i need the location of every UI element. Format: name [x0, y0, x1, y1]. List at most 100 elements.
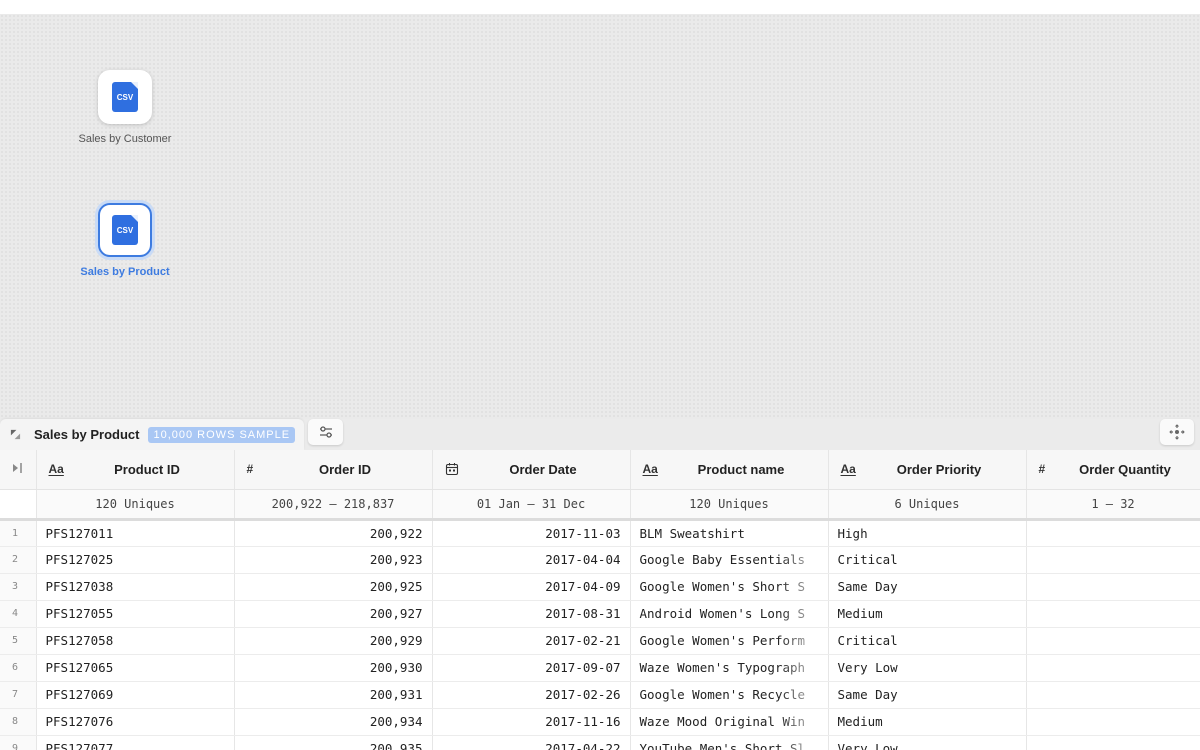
row-number: 4 [0, 600, 37, 628]
cell-product-name[interactable]: Waze Mood Original Win [630, 708, 829, 736]
row-number: 6 [0, 654, 37, 682]
cell-product-name[interactable]: BLM Sweatshirt [630, 519, 829, 547]
cell-product-id[interactable]: PFS127076 [36, 708, 235, 736]
table-row[interactable]: 8 PFS127076 200,934 2017-11-16 Waze Mood… [0, 708, 1200, 736]
cell-product-name[interactable]: Google Women's Perform [630, 627, 829, 655]
node-sales-by-customer[interactable]: CSV Sales by Customer [55, 70, 195, 145]
cell-order-quantity[interactable] [1026, 627, 1200, 655]
cell-order-priority[interactable]: Critical [828, 546, 1027, 574]
table-row[interactable]: 9 PFS127077 200,935 2017-04-22 YouTube M… [0, 735, 1200, 750]
number-type-icon: # [1038, 462, 1046, 476]
text-type-icon: Aa [840, 462, 856, 476]
column-header-order-id[interactable]: # Order ID [234, 450, 433, 490]
cell-product-id[interactable]: PFS127065 [36, 654, 235, 682]
expand-icon [1169, 424, 1185, 440]
cell-order-id[interactable]: 200,930 [234, 654, 433, 682]
cell-order-id[interactable]: 200,931 [234, 681, 433, 709]
cell-order-priority[interactable]: Very Low [828, 654, 1027, 682]
cell-order-date[interactable]: 2017-04-22 [432, 735, 631, 750]
cell-order-id[interactable]: 200,935 [234, 735, 433, 750]
cell-order-quantity[interactable] [1026, 600, 1200, 628]
row-number: 7 [0, 681, 37, 709]
column-stat: 200,922 — 218,837 [234, 489, 433, 521]
cell-order-priority[interactable]: Very Low [828, 735, 1027, 750]
cell-order-id[interactable]: 200,925 [234, 573, 433, 601]
cell-order-priority[interactable]: Critical [828, 627, 1027, 655]
row-number: 8 [0, 708, 37, 736]
column-stat: 120 Uniques [36, 489, 235, 521]
cell-order-quantity[interactable] [1026, 573, 1200, 601]
expand-rows-icon [12, 462, 22, 473]
node-label: Sales by Customer [78, 133, 172, 145]
node-card[interactable]: CSV [98, 203, 152, 257]
workflow-canvas[interactable]: CSV Sales by Customer CSV Sales by Produ… [0, 14, 1200, 419]
data-panel-tab[interactable]: Sales by Product 10,000 ROWS SAMPLE [0, 419, 304, 450]
table-row[interactable]: 6 PFS127065 200,930 2017-09-07 Waze Wome… [0, 654, 1200, 682]
cell-product-id[interactable]: PFS127038 [36, 573, 235, 601]
collapse-panel-icon[interactable] [10, 429, 21, 440]
text-type-icon: Aa [48, 462, 64, 476]
row-toggle-header[interactable] [0, 450, 37, 490]
row-number: 2 [0, 546, 37, 574]
row-number: 3 [0, 573, 37, 601]
cell-order-date[interactable]: 2017-09-07 [432, 654, 631, 682]
cell-product-id[interactable]: PFS127058 [36, 627, 235, 655]
cell-order-quantity[interactable] [1026, 519, 1200, 547]
number-type-icon: # [246, 462, 254, 476]
filter-button[interactable] [308, 419, 343, 445]
cell-order-date[interactable]: 2017-02-26 [432, 681, 631, 709]
cell-order-date[interactable]: 2017-11-16 [432, 708, 631, 736]
cell-order-priority[interactable]: Medium [828, 600, 1027, 628]
column-header-product-name[interactable]: Aa Product name [630, 450, 829, 490]
column-header-order-date[interactable]: Order Date [432, 450, 631, 490]
cell-order-priority[interactable]: Medium [828, 708, 1027, 736]
cell-product-name[interactable]: Google Baby Essentials [630, 546, 829, 574]
cell-product-name[interactable]: YouTube Men's Short Sl [630, 735, 829, 750]
cell-order-date[interactable]: 2017-04-09 [432, 573, 631, 601]
table-row[interactable]: 1 PFS127011 200,922 2017-11-03 BLM Sweat… [0, 519, 1200, 547]
panel-title: Sales by Product [34, 427, 140, 442]
column-stat: 120 Uniques [630, 489, 829, 521]
table-row[interactable]: 2 PFS127025 200,923 2017-04-04 Google Ba… [0, 546, 1200, 574]
cell-product-id[interactable]: PFS127055 [36, 600, 235, 628]
cell-order-quantity[interactable] [1026, 735, 1200, 750]
node-card[interactable]: CSV [98, 70, 152, 124]
column-header-order-quantity[interactable]: # Order Quantity [1026, 450, 1200, 490]
column-title: Product ID [114, 461, 180, 477]
cell-product-id[interactable]: PFS127011 [36, 519, 235, 547]
data-table[interactable]: Aa Product ID # Order ID Order Date Aa P… [0, 450, 1200, 750]
cell-order-quantity[interactable] [1026, 654, 1200, 682]
column-stat: 1 — 32 [1026, 489, 1200, 521]
top-toolbar [0, 0, 1200, 14]
expand-button[interactable] [1160, 419, 1194, 445]
cell-order-id[interactable]: 200,923 [234, 546, 433, 574]
table-row[interactable]: 3 PFS127038 200,925 2017-04-09 Google Wo… [0, 573, 1200, 601]
cell-order-quantity[interactable] [1026, 708, 1200, 736]
table-row[interactable]: 5 PFS127058 200,929 2017-02-21 Google Wo… [0, 627, 1200, 655]
cell-product-id[interactable]: PFS127069 [36, 681, 235, 709]
column-header-product-id[interactable]: Aa Product ID [36, 450, 235, 490]
cell-order-date[interactable]: 2017-08-31 [432, 600, 631, 628]
cell-product-name[interactable]: Waze Women's Typograph [630, 654, 829, 682]
cell-product-id[interactable]: PFS127025 [36, 546, 235, 574]
cell-order-date[interactable]: 2017-04-04 [432, 546, 631, 574]
cell-order-priority[interactable]: Same Day [828, 573, 1027, 601]
table-row[interactable]: 7 PFS127069 200,931 2017-02-26 Google Wo… [0, 681, 1200, 709]
cell-order-quantity[interactable] [1026, 546, 1200, 574]
column-header-order-priority[interactable]: Aa Order Priority [828, 450, 1027, 490]
cell-product-name[interactable]: Google Women's Short S [630, 573, 829, 601]
cell-product-name[interactable]: Android Women's Long S [630, 600, 829, 628]
cell-product-id[interactable]: PFS127077 [36, 735, 235, 750]
cell-order-id[interactable]: 200,934 [234, 708, 433, 736]
cell-order-id[interactable]: 200,922 [234, 519, 433, 547]
cell-order-quantity[interactable] [1026, 681, 1200, 709]
cell-order-date[interactable]: 2017-02-21 [432, 627, 631, 655]
cell-order-priority[interactable]: Same Day [828, 681, 1027, 709]
cell-order-id[interactable]: 200,929 [234, 627, 433, 655]
cell-product-name[interactable]: Google Women's Recycle [630, 681, 829, 709]
table-row[interactable]: 4 PFS127055 200,927 2017-08-31 Android W… [0, 600, 1200, 628]
cell-order-date[interactable]: 2017-11-03 [432, 519, 631, 547]
node-sales-by-product[interactable]: CSV Sales by Product [55, 203, 195, 278]
cell-order-priority[interactable]: High [828, 519, 1027, 547]
cell-order-id[interactable]: 200,927 [234, 600, 433, 628]
